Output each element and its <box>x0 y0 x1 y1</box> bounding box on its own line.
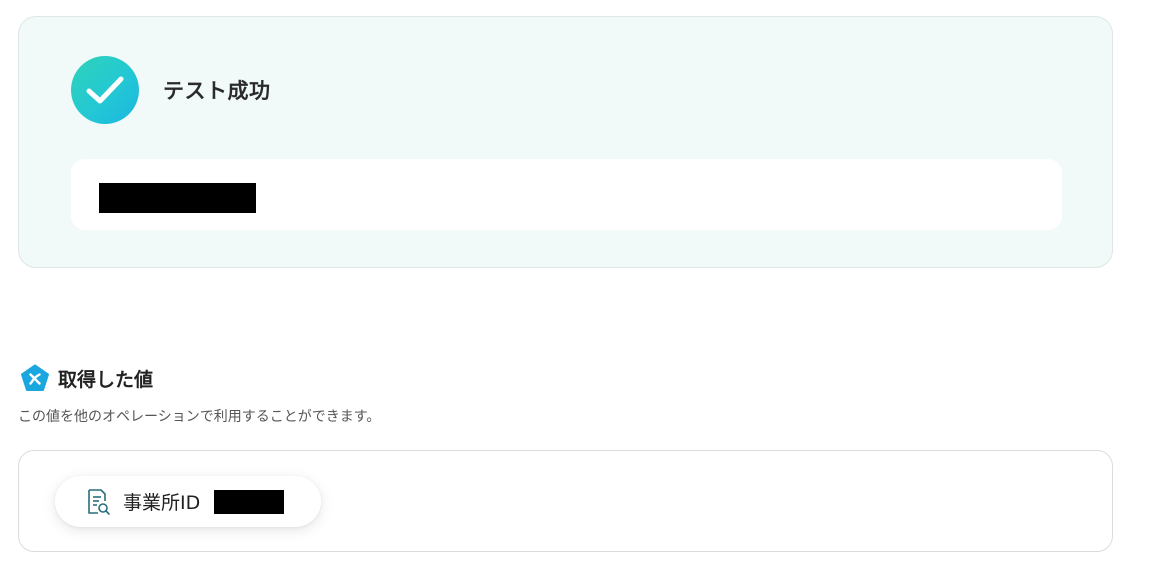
redacted-value <box>214 489 285 514</box>
success-title: テスト成功 <box>163 79 271 103</box>
value-content <box>214 489 286 514</box>
redacted-result-text <box>99 183 256 213</box>
check-icon <box>71 56 139 124</box>
section-description: この値を他のオペレーションで利用することができます。 <box>18 409 381 425</box>
retrieved-values-header: 取得した値 <box>20 364 153 392</box>
page: テスト成功 取得した値 この値を他のオペレーションで利用することができます。 事… <box>0 0 1156 570</box>
retrieved-values-box: 事業所ID <box>18 450 1113 552</box>
yoom-logo-icon <box>21 364 49 391</box>
test-result-box <box>71 159 1062 230</box>
value-chip-office-id[interactable]: 事業所ID <box>55 476 321 527</box>
test-success-panel: テスト成功 <box>18 16 1113 268</box>
value-label: 事業所ID <box>123 492 201 514</box>
document-search-icon <box>88 488 110 515</box>
section-title: 取得した値 <box>58 368 154 391</box>
